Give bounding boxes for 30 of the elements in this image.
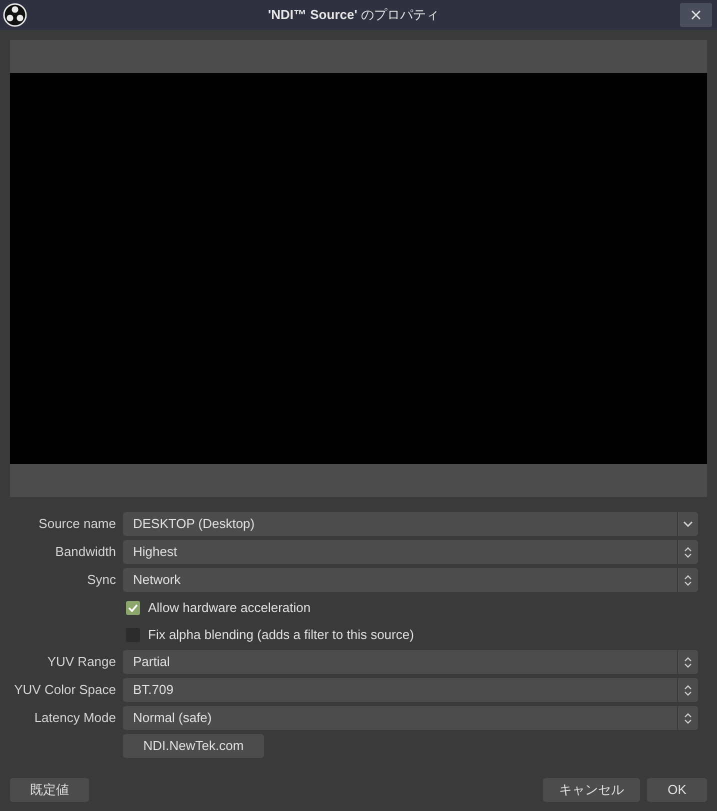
field-label: Bandwidth (55, 543, 116, 562)
window-title: 'NDI™ Source' のプロパティ (267, 6, 440, 24)
field-label: Latency Mode (34, 709, 116, 728)
up-down-arrows-icon (684, 712, 692, 724)
up-down-arrows-icon (684, 574, 692, 586)
field-label: YUV Color Space (14, 681, 116, 700)
checkmark-icon (128, 604, 138, 612)
field-label: Source name (38, 515, 116, 534)
field-label: Sync (87, 571, 116, 590)
field-label: YUV Range (47, 653, 116, 672)
close-button[interactable] (680, 3, 712, 27)
dropdown[interactable]: BT.709 (123, 678, 698, 702)
app-logo-icon (3, 3, 27, 27)
up-down-arrows-icon (684, 684, 692, 696)
up-down-arrows-icon (684, 656, 692, 668)
dropdown[interactable]: Highest (123, 540, 698, 564)
checkbox-label: Allow hardware acceleration (148, 598, 311, 617)
website-button[interactable]: NDI.NewTek.com (123, 734, 264, 758)
chevron-down-icon (683, 521, 693, 527)
dropdown[interactable]: DESKTOP (Desktop) (123, 512, 698, 536)
checkbox-label: Fix alpha blending (adds a filter to this source) (148, 626, 414, 644)
dropdown[interactable]: Network (123, 568, 698, 592)
close-icon (691, 10, 701, 20)
defaults-button[interactable]: 既定値 (10, 778, 89, 802)
checkbox[interactable] (126, 600, 140, 614)
dropdown[interactable]: Normal (safe) (123, 706, 698, 730)
up-down-arrows-icon (684, 546, 692, 558)
dropdown[interactable]: Partial (123, 650, 698, 674)
cancel-button[interactable]: キャンセル (543, 778, 640, 802)
ok-button[interactable]: OK (647, 778, 707, 802)
